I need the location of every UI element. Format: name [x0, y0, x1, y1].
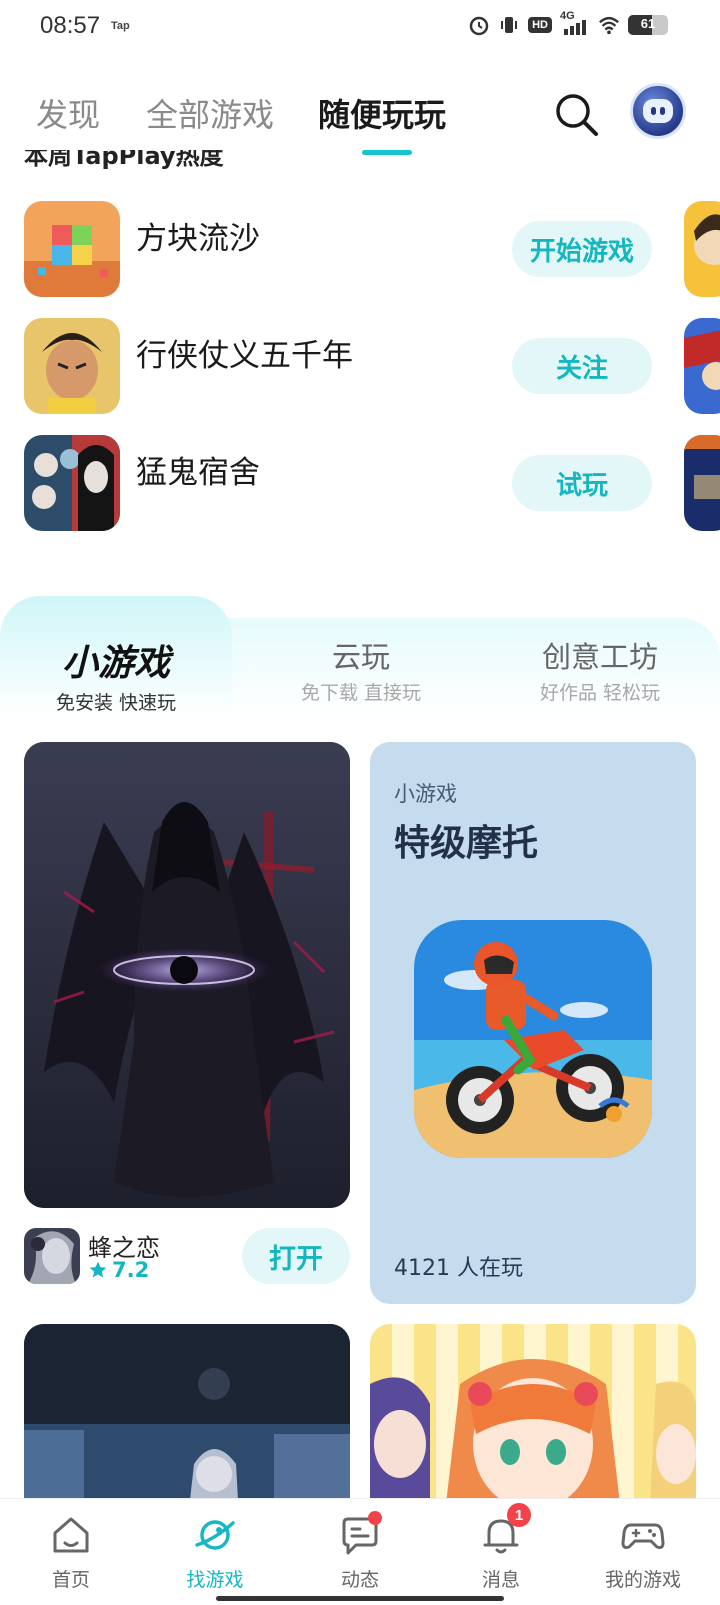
mini-game-title: 特级摩托 — [394, 823, 539, 864]
featured-game-meta: 蜂之恋 7.2 打开 — [24, 1228, 350, 1284]
category-subtitle: 免下载 直接玩 — [300, 682, 422, 704]
game-peek-thumbnail — [684, 435, 720, 531]
category-tab-creative-workshop[interactable]: 创意工坊 好作品 轻松玩 — [512, 634, 688, 705]
category-title: 创意工坊 — [541, 640, 658, 674]
status-carrier-tag: Tap — [111, 20, 130, 32]
follow-button[interactable]: 关注 — [512, 338, 652, 394]
tab-casual-play[interactable]: 随便玩玩 — [318, 90, 446, 136]
nav-label: 首页 — [51, 1569, 90, 1591]
vibrate-icon — [498, 14, 520, 36]
nav-feed[interactable]: 动态 — [305, 1511, 415, 1592]
game-peek-thumbnail — [684, 318, 720, 414]
motorbike-game-icon — [414, 920, 652, 1158]
game-card-thumbnail[interactable] — [24, 1324, 350, 1504]
game-icon-ghost-dorm — [24, 435, 120, 531]
planet-icon — [193, 1513, 237, 1557]
category-title: 云玩 — [331, 640, 390, 674]
game-peek-thumbnail — [684, 201, 720, 297]
battery-indicator: 61 — [628, 15, 668, 35]
tab-all-games[interactable]: 全部游戏 — [146, 90, 274, 136]
home-icon — [49, 1513, 93, 1557]
alarm-icon — [468, 14, 490, 36]
mini-game-players: 4121 人在玩 — [394, 1256, 523, 1281]
game-row[interactable]: 行侠仗义五千年 关注 — [0, 318, 720, 418]
status-bar: 08:57 Tap HD 4G 61 — [0, 0, 720, 56]
category-subtitle: 好作品 轻松玩 — [539, 682, 661, 704]
status-time: 08:57 — [40, 12, 101, 39]
star-icon — [89, 1261, 107, 1278]
avatar-robot-icon — [643, 99, 673, 123]
mini-game-card[interactable]: 小游戏 特级摩托 4121 人在玩 — [370, 742, 696, 1304]
section-header-cut: 本周TapPlay热度 — [24, 150, 224, 170]
category-subtitle: 免安装 快速玩 — [55, 692, 177, 714]
active-tab-indicator — [362, 150, 412, 155]
category-title: 小游戏 — [61, 643, 170, 684]
search-button[interactable] — [552, 90, 600, 138]
category-tab-mini-games[interactable]: 小游戏 免安装 快速玩 — [0, 634, 232, 715]
nav-label: 动态 — [340, 1569, 379, 1591]
game-name: 猛鬼宿舍 — [136, 455, 260, 491]
chat-icon — [338, 1511, 382, 1557]
rating-value: 7.2 — [112, 1258, 150, 1282]
search-icon — [556, 94, 598, 136]
hd-icon: HD — [528, 17, 552, 33]
try-play-button[interactable]: 试玩 — [512, 455, 652, 511]
category-tab-cloud-play[interactable]: 云玩 免下载 直接玩 — [276, 634, 446, 705]
game-row[interactable]: 猛鬼宿舍 试玩 — [0, 435, 720, 535]
game-row[interactable]: 方块流沙 开始游戏 — [0, 201, 720, 301]
game-name: 方块流沙 — [136, 221, 260, 257]
tab-discover[interactable]: 发现 — [36, 90, 100, 136]
bell-icon: 1 — [479, 1503, 531, 1557]
game-icon-cube — [24, 201, 120, 297]
messages-count-badge: 1 — [507, 1503, 531, 1527]
status-icons: HD 4G 61 — [468, 10, 668, 36]
start-game-button[interactable]: 开始游戏 — [512, 221, 652, 277]
avatar-button[interactable] — [630, 83, 686, 139]
home-indicator[interactable] — [216, 1596, 504, 1601]
open-game-button[interactable]: 打开 — [242, 1228, 350, 1284]
nav-home[interactable]: 首页 — [16, 1513, 126, 1592]
category-tabs: 小游戏 免安装 快速玩 云玩 免下载 直接玩 创意工坊 好作品 轻松玩 — [0, 596, 720, 716]
battery-text: 61 — [640, 16, 656, 31]
bottom-nav: 首页 找游戏 动态 1 消息 我的游戏 — [0, 1498, 720, 1605]
nav-label: 消息 — [481, 1569, 520, 1591]
featured-game-artwork[interactable] — [24, 742, 350, 1208]
game-card-thumbnail[interactable] — [370, 1324, 696, 1504]
game-name: 行侠仗义五千年 — [136, 338, 353, 374]
nav-my-games[interactable]: 我的游戏 — [580, 1513, 706, 1592]
feed-dot-badge — [368, 1511, 382, 1525]
top-nav: 发现 全部游戏 随便玩玩 — [0, 80, 720, 160]
nav-label: 我的游戏 — [604, 1569, 681, 1591]
game-icon-hero — [24, 318, 120, 414]
featured-game-rating: 7.2 — [88, 1258, 149, 1282]
gamepad-icon — [621, 1513, 665, 1557]
mini-game-tag: 小游戏 — [394, 782, 457, 806]
featured-game-icon[interactable] — [24, 1228, 80, 1284]
nav-messages[interactable]: 1 消息 — [446, 1503, 556, 1592]
nav-find-games[interactable]: 找游戏 — [160, 1513, 270, 1592]
signal-icon: 4G — [560, 10, 590, 36]
nav-label: 找游戏 — [186, 1569, 244, 1591]
wifi-icon — [598, 14, 620, 36]
